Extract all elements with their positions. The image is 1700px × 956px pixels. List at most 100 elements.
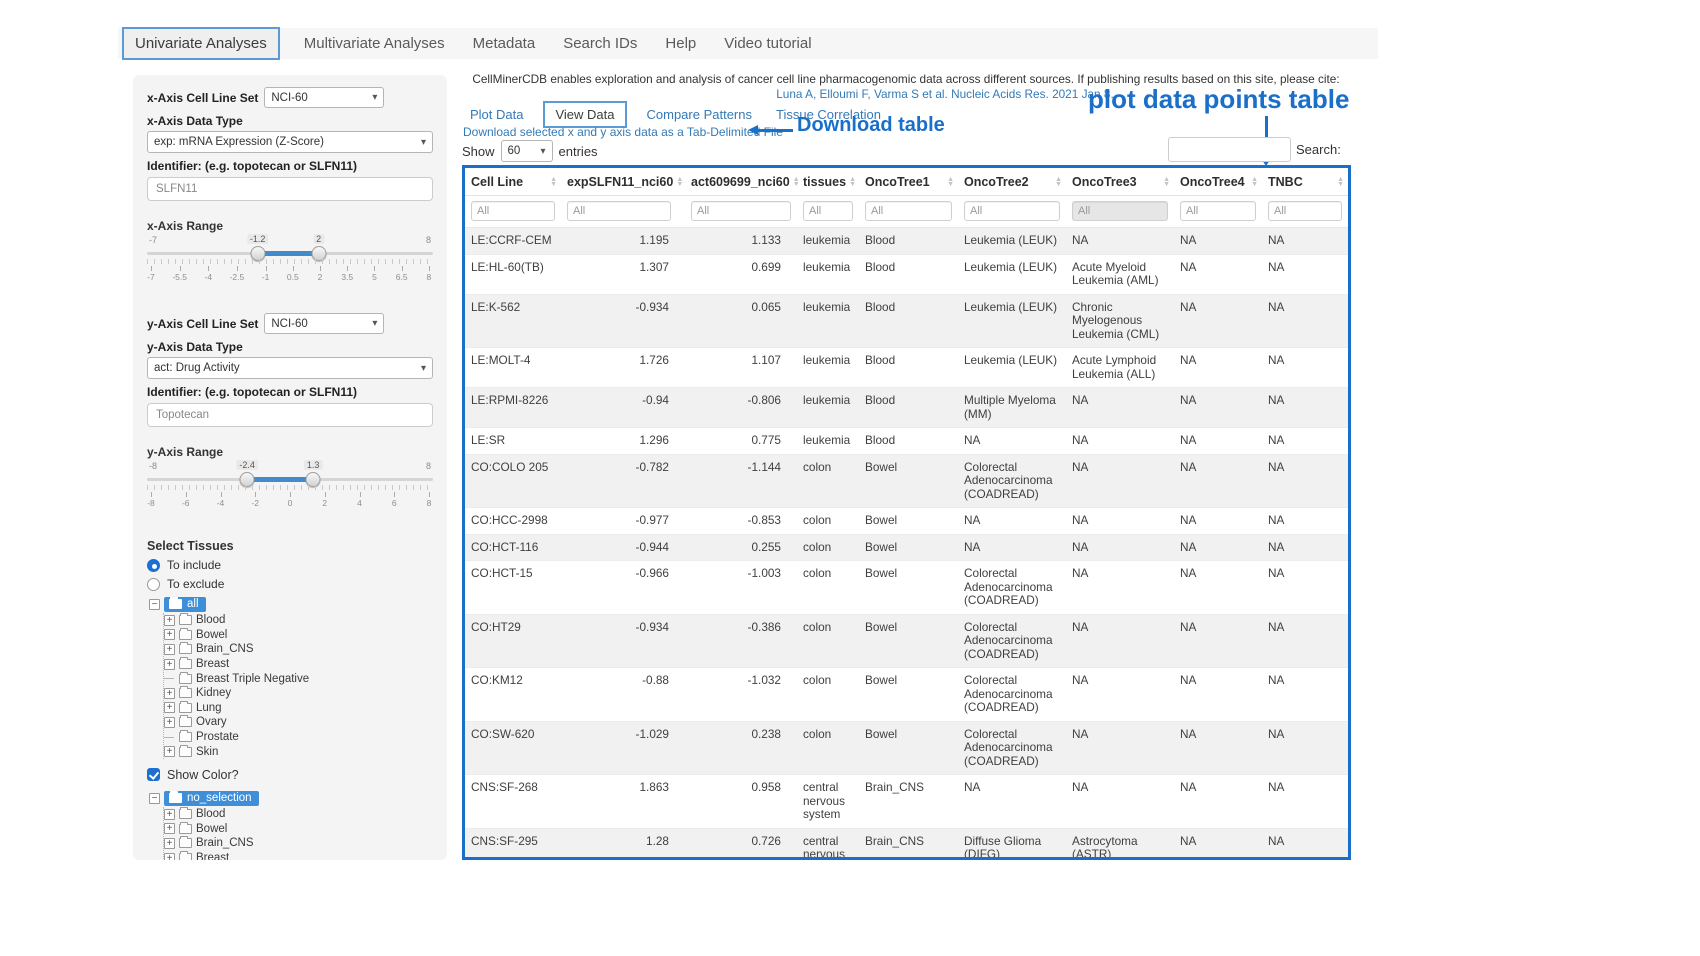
exp-value-cell: 1.195: [561, 228, 685, 255]
tree-root-no-selection[interactable]: − no_selection: [149, 790, 433, 807]
x-axis-cell-line-set-select[interactable]: NCI-60 ▾: [264, 87, 384, 108]
tree-item[interactable]: + Ovary: [164, 715, 433, 730]
sort-icon[interactable]: ▲▼: [1337, 177, 1344, 188]
tree-root-all-chip[interactable]: all: [164, 597, 206, 612]
column-header[interactable]: expSLFN11_nci60 ▲▼: [561, 168, 685, 196]
table-row: LE:CCRF-CEM 1.195 1.133 leukemia Blood L…: [465, 228, 1348, 255]
tree-item[interactable]: + Lung: [164, 701, 433, 716]
tree-item[interactable]: + Breast: [164, 851, 433, 860]
tree-item[interactable]: + Blood: [164, 807, 433, 822]
oncotree2-cell: Colorectal Adenocarcinoma (COADREAD): [958, 721, 1066, 775]
column-filter-input[interactable]: [803, 201, 853, 221]
sort-icon[interactable]: ▲▼: [1163, 177, 1170, 188]
column-header[interactable]: act609699_nci60 ▲▼: [685, 168, 797, 196]
column-filter-input[interactable]: [1268, 201, 1342, 221]
expand-icon[interactable]: +: [164, 659, 175, 670]
search-input[interactable]: [1168, 137, 1291, 162]
slider-tick-label: 0.5: [287, 266, 299, 282]
entries-select[interactable]: 60 ▾: [501, 140, 553, 162]
tab-search-ids[interactable]: Search IDs: [563, 35, 637, 52]
tab-plot-data[interactable]: Plot Data: [470, 107, 523, 122]
expand-icon[interactable]: +: [164, 853, 175, 860]
oncotree3-cell: Astrocytoma (ASTR): [1066, 828, 1174, 860]
expand-icon[interactable]: +: [164, 615, 175, 626]
tab-video-tutorial[interactable]: Video tutorial: [724, 35, 811, 52]
expand-icon[interactable]: +: [164, 702, 175, 713]
tree-item[interactable]: + Brain_CNS: [164, 642, 433, 657]
tree-item[interactable]: + Brain_CNS: [164, 836, 433, 851]
expand-icon[interactable]: [164, 732, 175, 743]
column-filter-input[interactable]: [865, 201, 952, 221]
column-filter-input[interactable]: [567, 201, 671, 221]
collapse-icon[interactable]: −: [149, 599, 160, 610]
y-axis-identifier-input[interactable]: [147, 403, 433, 427]
tab-view-data[interactable]: View Data: [543, 101, 626, 128]
column-filter-input[interactable]: [1180, 201, 1256, 221]
table-row: LE:SR 1.296 0.775 leukemia Blood NA NA N…: [465, 428, 1348, 455]
oncotree4-cell: NA: [1174, 428, 1262, 455]
sort-icon[interactable]: ▲▼: [947, 177, 954, 188]
column-header-label: Cell Line: [471, 175, 523, 189]
radio-to-include[interactable]: To include: [147, 558, 433, 572]
column-header[interactable]: tissues ▲▼: [797, 168, 859, 196]
tree-item[interactable]: + Bowel: [164, 628, 433, 643]
tree-item[interactable]: + Blood: [164, 613, 433, 628]
sort-icon[interactable]: ▲▼: [1251, 177, 1258, 188]
radio-selected-icon[interactable]: [147, 559, 160, 572]
tree-item[interactable]: + Skin: [164, 744, 433, 759]
tree-item[interactable]: Prostate: [164, 730, 433, 745]
column-header[interactable]: OncoTree1 ▲▼: [859, 168, 958, 196]
tree-item[interactable]: Breast Triple Negative: [164, 671, 433, 686]
filter-cell: [859, 196, 958, 228]
column-filter-input[interactable]: [691, 201, 791, 221]
download-tab-delimited-link[interactable]: Download selected x and y axis data as a…: [463, 125, 783, 139]
collapse-icon[interactable]: −: [149, 793, 160, 804]
sort-icon[interactable]: ▲▼: [550, 177, 557, 188]
page: Univariate Analyses Multivariate Analyse…: [0, 0, 1700, 956]
expand-icon[interactable]: +: [164, 823, 175, 834]
expand-icon[interactable]: +: [164, 717, 175, 728]
sort-icon[interactable]: ▲▼: [676, 177, 683, 188]
radio-to-exclude[interactable]: To exclude: [147, 577, 433, 591]
sort-icon[interactable]: ▲▼: [1055, 177, 1062, 188]
radio-unselected-icon[interactable]: [147, 578, 160, 591]
column-filter-input[interactable]: [1072, 201, 1168, 221]
column-header[interactable]: OncoTree2 ▲▼: [958, 168, 1066, 196]
expand-icon[interactable]: +: [164, 688, 175, 699]
column-header[interactable]: OncoTree4 ▲▼: [1174, 168, 1262, 196]
expand-icon[interactable]: +: [164, 629, 175, 640]
tree-root-all[interactable]: − all: [149, 596, 433, 613]
column-header[interactable]: OncoTree3 ▲▼: [1066, 168, 1174, 196]
column-filter-input[interactable]: [471, 201, 555, 221]
tab-help[interactable]: Help: [665, 35, 696, 52]
tab-metadata[interactable]: Metadata: [473, 35, 536, 52]
oncotree4-cell: NA: [1174, 388, 1262, 428]
expand-icon[interactable]: +: [164, 746, 175, 757]
column-filter-input[interactable]: [964, 201, 1060, 221]
expand-icon[interactable]: +: [164, 809, 175, 820]
tab-univariate-analyses[interactable]: Univariate Analyses: [122, 27, 280, 60]
expand-icon[interactable]: [164, 673, 175, 684]
tab-compare-patterns[interactable]: Compare Patterns: [647, 107, 753, 122]
x-axis-data-type-select[interactable]: exp: mRNA Expression (Z-Score) ▾: [147, 131, 433, 153]
tree-item[interactable]: + Kidney: [164, 686, 433, 701]
tree-root-no-selection-chip[interactable]: no_selection: [164, 791, 259, 806]
show-color-checkbox-row[interactable]: Show Color?: [147, 768, 433, 782]
sort-icon[interactable]: ▲▼: [793, 177, 800, 188]
table-row: CO:SW-620 -1.029 0.238 colon Bowel Color…: [465, 721, 1348, 775]
oncotree4-cell: NA: [1174, 668, 1262, 722]
tree-item[interactable]: + Breast: [164, 657, 433, 672]
tab-multivariate-analyses[interactable]: Multivariate Analyses: [304, 35, 445, 52]
x-axis-identifier-input[interactable]: [147, 177, 433, 201]
oncotree2-cell: Colorectal Adenocarcinoma (COADREAD): [958, 614, 1066, 668]
checkbox-checked-icon[interactable]: [147, 768, 160, 781]
y-axis-cell-line-set-select[interactable]: NCI-60 ▾: [264, 313, 384, 334]
column-header[interactable]: TNBC ▲▼: [1262, 168, 1348, 196]
slider-high-value: 2: [313, 234, 324, 244]
expand-icon[interactable]: +: [164, 644, 175, 655]
y-axis-data-type-select[interactable]: act: Drug Activity ▾: [147, 357, 433, 379]
column-header[interactable]: Cell Line ▲▼: [465, 168, 561, 196]
expand-icon[interactable]: +: [164, 838, 175, 849]
tree-item[interactable]: + Bowel: [164, 822, 433, 837]
sort-icon[interactable]: ▲▼: [849, 177, 856, 188]
